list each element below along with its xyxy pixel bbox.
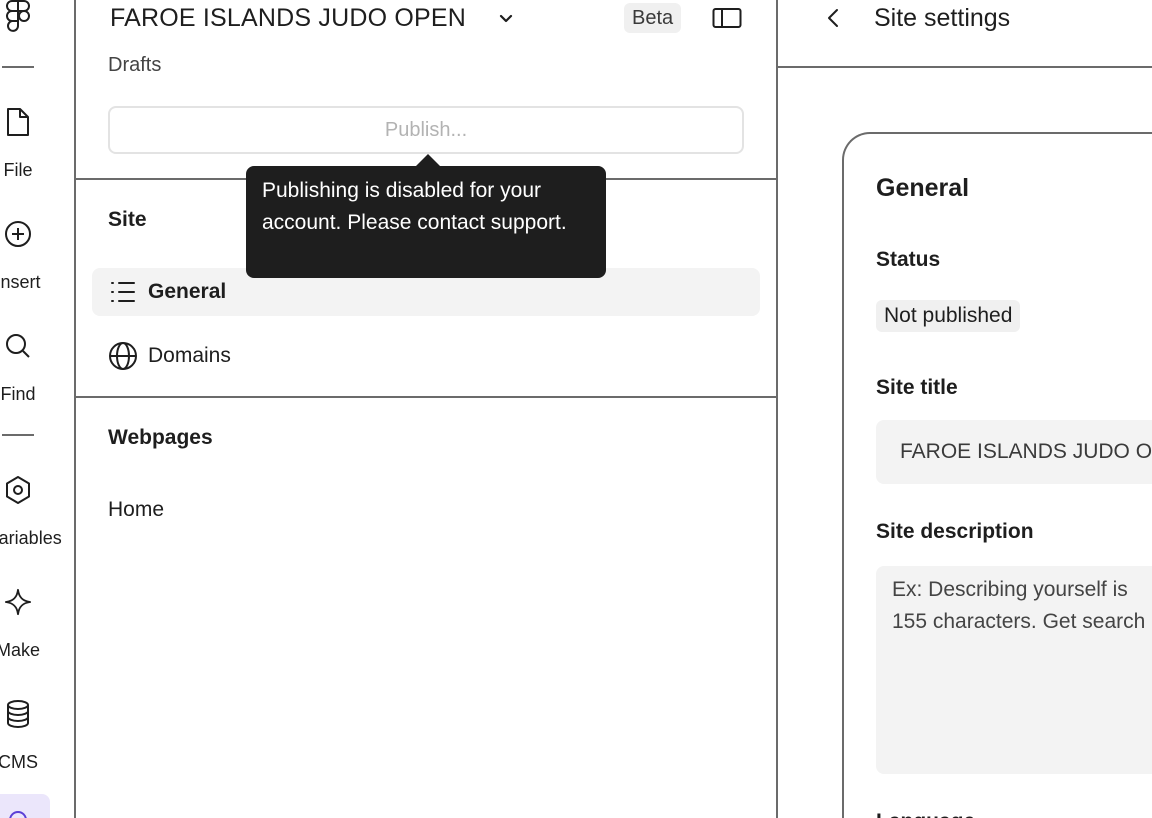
settings-title: Site settings (874, 4, 1011, 32)
language-label: Language (876, 810, 975, 818)
search-icon[interactable] (4, 332, 32, 360)
site-title-input[interactable]: FAROE ISLANDS JUDO OPEN (876, 420, 1152, 484)
webpage-item-home[interactable]: Home (108, 498, 164, 522)
chevron-left-icon[interactable] (822, 6, 846, 30)
sidebar-toggle-icon[interactable] (712, 6, 742, 30)
file-icon[interactable] (4, 108, 32, 136)
rail-label-make[interactable]: Make (0, 640, 48, 661)
rail-label-insert[interactable]: Insert (0, 272, 48, 293)
site-description-label: Site description (876, 520, 1034, 543)
site-description-input[interactable]: Ex: Describing yourself is 155 character… (876, 566, 1152, 774)
card-title: General (876, 174, 970, 202)
left-rail: File Insert Find Variables Make CMS (0, 0, 76, 818)
publish-button[interactable]: Publish... (108, 106, 744, 154)
rail-label-find[interactable]: Find (0, 384, 48, 405)
plus-circle-icon[interactable] (4, 220, 32, 248)
divider (778, 66, 1152, 68)
sparkle-icon[interactable] (4, 588, 32, 616)
site-title-label: Site title (876, 376, 958, 399)
rail-divider (2, 66, 34, 68)
variables-icon[interactable] (4, 476, 32, 504)
drafts-label: Drafts (108, 54, 162, 76)
site-settings-panel: Site settings General Status Not publish… (778, 0, 1152, 818)
divider (76, 396, 776, 398)
rail-label-file[interactable]: File (0, 160, 48, 181)
tooltip-arrow (416, 154, 440, 166)
site-panel: FAROE ISLANDS JUDO OPEN Beta Drafts Publ… (76, 0, 778, 818)
site-name[interactable]: FAROE ISLANDS JUDO OPEN (110, 4, 466, 33)
general-settings-card: General Status Not published Site title … (842, 132, 1152, 818)
publish-disabled-tooltip: Publishing is disabled for your account.… (246, 166, 606, 278)
chevron-down-icon[interactable] (496, 8, 516, 28)
database-icon[interactable] (4, 700, 32, 729)
webpages-section-title: Webpages (108, 426, 213, 449)
list-icon (108, 277, 138, 307)
nav-item-domains[interactable]: Domains (92, 332, 760, 380)
rail-label-cms[interactable]: CMS (0, 752, 48, 773)
rail-divider (2, 434, 34, 436)
rail-active-item[interactable] (0, 794, 50, 818)
globe-icon (108, 341, 138, 371)
figma-logo-icon[interactable] (4, 0, 32, 34)
nav-item-label: General (148, 280, 227, 303)
status-badge: Not published (876, 300, 1021, 332)
status-label: Status (876, 248, 941, 271)
site-section-title: Site (108, 208, 147, 231)
beta-badge: Beta (624, 3, 682, 33)
rail-label-variables[interactable]: Variables (0, 528, 62, 549)
nav-item-label: Domains (148, 344, 231, 367)
